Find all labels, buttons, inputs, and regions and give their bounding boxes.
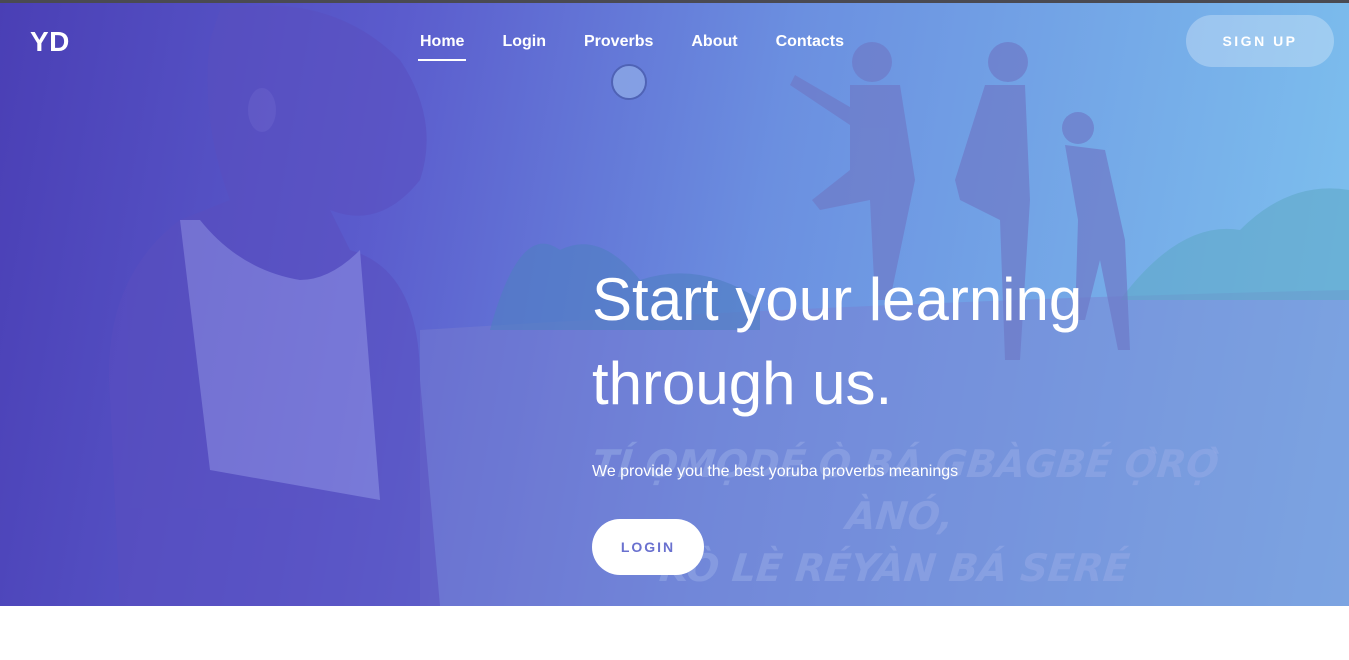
login-button[interactable]: LOGIN bbox=[592, 519, 704, 575]
main-nav: Home Login Proverbs About Contacts bbox=[417, 33, 844, 61]
brand-logo[interactable]: YD bbox=[30, 26, 70, 58]
nav-item-home[interactable]: Home bbox=[417, 33, 467, 61]
top-border bbox=[0, 0, 1349, 3]
nav-item-proverbs[interactable]: Proverbs bbox=[584, 33, 653, 61]
hero-section: TÍ ỌMỌDÉ Ò BÁ GBÀGBÉ Ọ̀RỌ̀ ÀNÓ, KÒ LÈ RÉ… bbox=[0, 0, 1349, 606]
hero-headline: Start your learning through us. bbox=[592, 266, 1083, 417]
nav-item-contacts[interactable]: Contacts bbox=[776, 33, 844, 61]
hero-subtext: We provide you the best yoruba proverbs … bbox=[592, 463, 959, 480]
nav-item-login[interactable]: Login bbox=[502, 33, 546, 61]
signup-button[interactable]: SIGN UP bbox=[1186, 15, 1334, 67]
nav-item-about[interactable]: About bbox=[691, 33, 737, 61]
